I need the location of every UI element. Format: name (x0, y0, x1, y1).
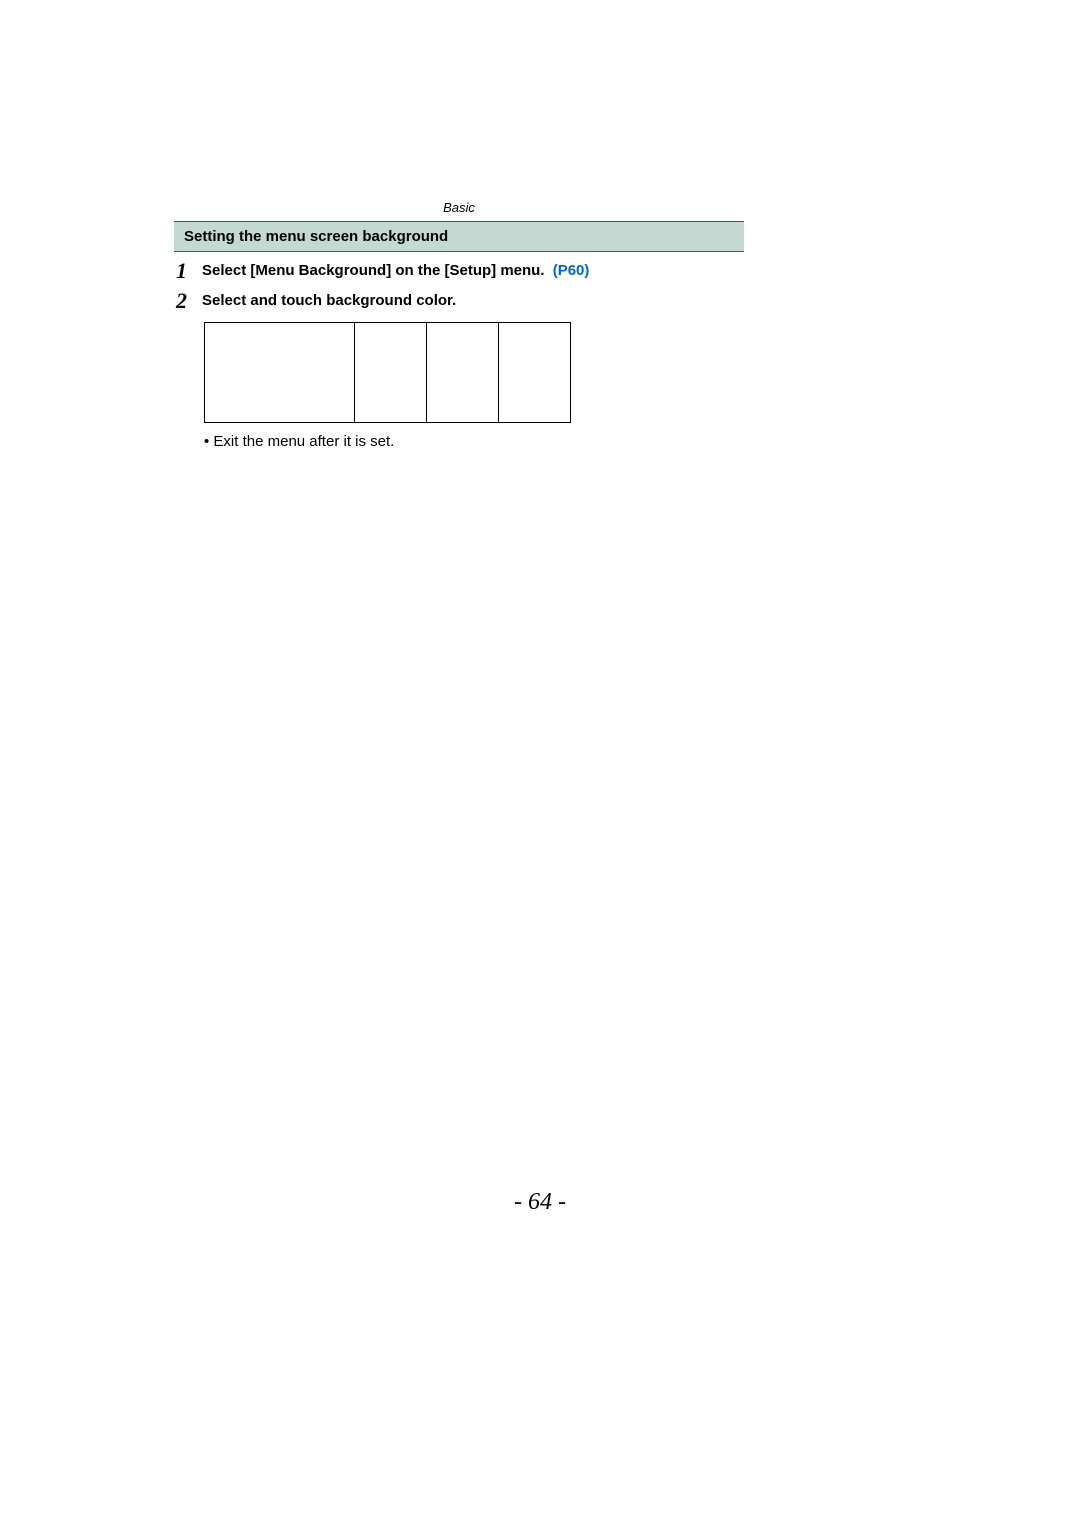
page-header-category: Basic (174, 200, 744, 215)
page-content: Basic Setting the menu screen background… (174, 200, 744, 450)
note-text: • Exit the menu after it is set. (204, 433, 744, 450)
swatch-cell (427, 323, 499, 423)
step-text: Select [Menu Background] on the [Setup] … (202, 260, 589, 279)
step-instruction: Select [Menu Background] on the [Setup] … (202, 262, 545, 279)
swatch-cell (205, 323, 355, 423)
swatch-cell (499, 323, 571, 423)
step-1: 1 Select [Menu Background] on the [Setup… (174, 260, 744, 282)
swatch-cell (355, 323, 427, 423)
step-text: Select and touch background color. (202, 290, 456, 309)
step-number: 1 (176, 260, 202, 282)
page-number: - 64 - (0, 1189, 1080, 1216)
section-header: Setting the menu screen background (174, 221, 744, 252)
color-swatch-table (204, 322, 571, 423)
step-number: 2 (176, 290, 202, 312)
page-reference-link[interactable]: (P60) (553, 262, 590, 279)
step-instruction: Select and touch background color. (202, 292, 456, 309)
step-2: 2 Select and touch background color. (174, 290, 744, 312)
